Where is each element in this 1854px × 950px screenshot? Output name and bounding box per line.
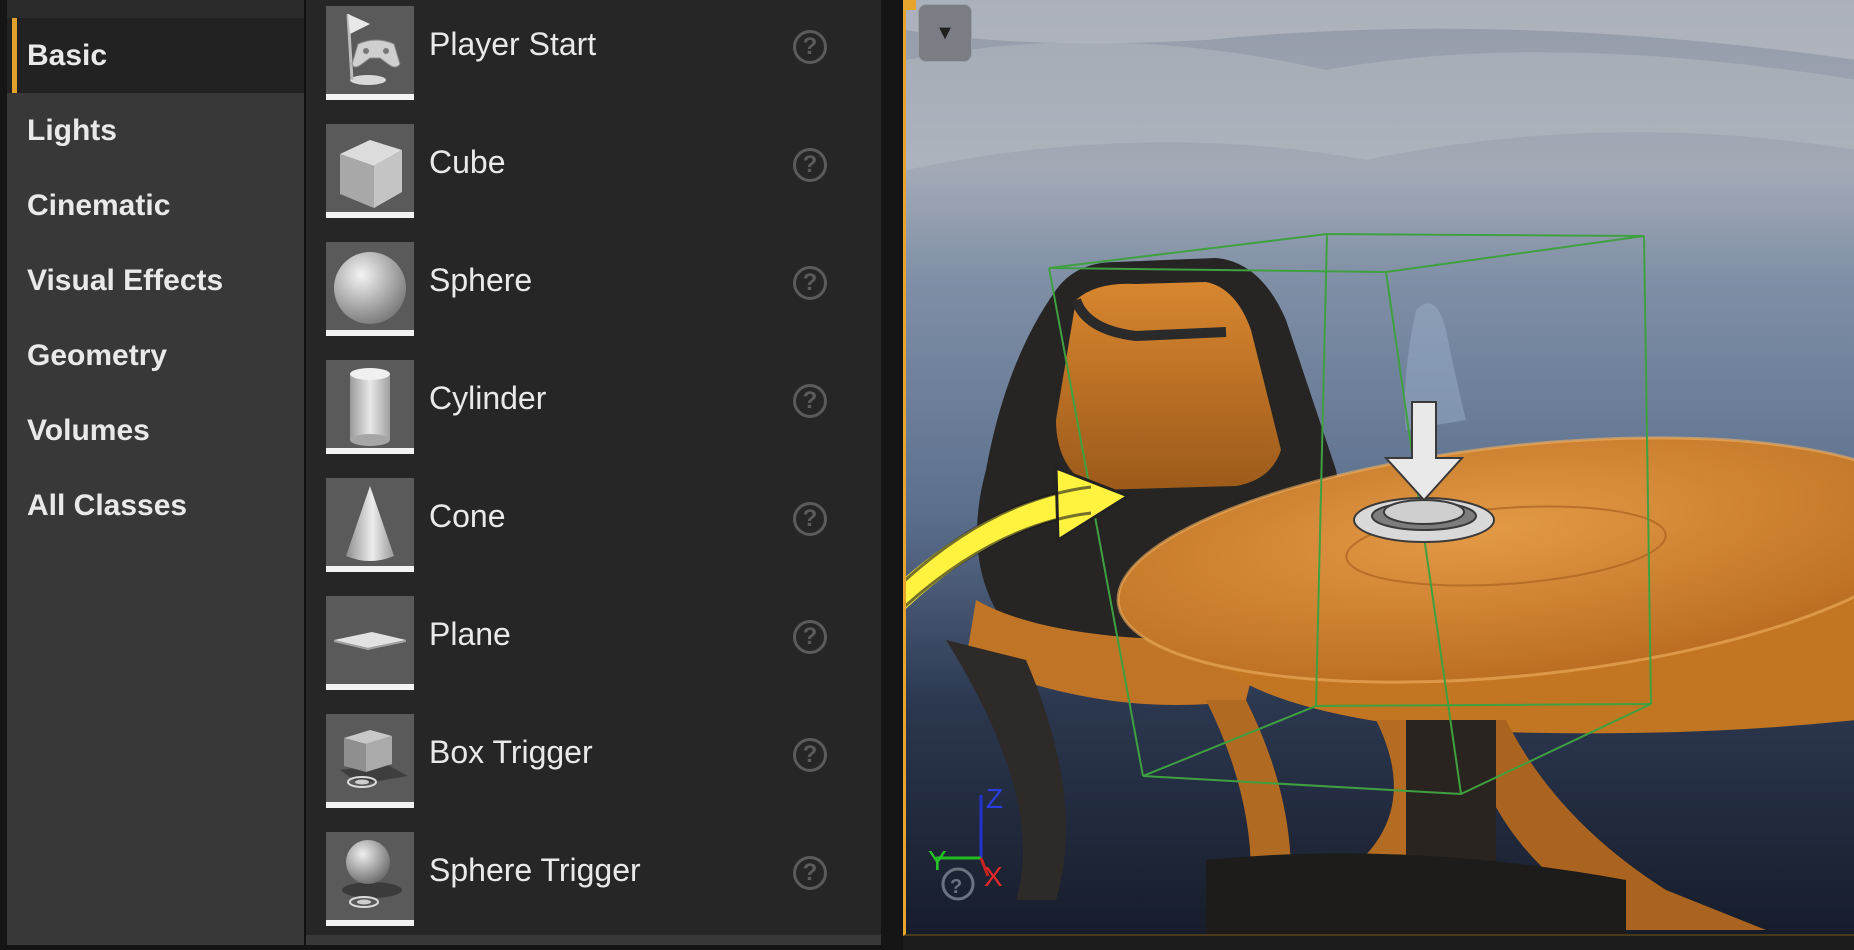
actor-row-box-trigger[interactable]: Box Trigger ? — [306, 708, 866, 826]
actor-row-cylinder[interactable]: Cylinder ? — [306, 354, 866, 472]
viewport-help-icon: ? — [950, 876, 962, 898]
help-icon[interactable]: ? — [793, 266, 827, 300]
category-label: Lights — [27, 113, 117, 147]
viewport-scene: Z Y X ? — [906, 0, 1854, 934]
axis-x-label: X — [984, 861, 1003, 892]
category-label: Volumes — [27, 413, 150, 447]
actor-row-cube[interactable]: Cube ? — [306, 118, 866, 236]
actor-row-sphere[interactable]: Sphere ? — [306, 236, 866, 354]
actor-label: Box Trigger — [429, 734, 593, 770]
plane-icon — [326, 596, 414, 690]
actor-label: Cube — [429, 144, 506, 180]
help-icon[interactable]: ? — [793, 856, 827, 890]
level-viewport[interactable]: Z Y X ? ▼ — [903, 0, 1854, 936]
category-all-classes[interactable]: All Classes — [7, 468, 304, 543]
actor-label: Sphere — [429, 262, 533, 298]
category-cinematic[interactable]: Cinematic — [7, 168, 304, 243]
panel-gap — [881, 0, 903, 950]
help-icon[interactable]: ? — [793, 148, 827, 182]
category-sidebar: Basic Lights Cinematic Visual Effects Ge… — [7, 0, 304, 945]
actor-label: Plane — [429, 616, 511, 652]
category-label: Basic — [27, 38, 108, 72]
actor-row-plane[interactable]: Plane ? — [306, 590, 866, 708]
actor-list: Player Start ? Cube ? Sphere ? Cylinder … — [306, 0, 1172, 935]
category-volumes[interactable]: Volumes — [7, 393, 304, 468]
actor-row-sphere-trigger[interactable]: Sphere Trigger ? — [306, 826, 866, 944]
actor-label: Player Start — [429, 26, 597, 62]
category-label: Geometry — [27, 338, 168, 372]
category-visual-effects[interactable]: Visual Effects — [7, 243, 304, 318]
help-icon[interactable]: ? — [793, 502, 827, 536]
axis-z-label: Z — [986, 783, 1003, 814]
viewport-corner — [906, 0, 916, 10]
actor-row-cone[interactable]: Cone ? — [306, 472, 866, 590]
actor-label: Cone — [429, 498, 506, 534]
help-icon[interactable]: ? — [793, 384, 827, 418]
viewport-options-button[interactable]: ▼ — [918, 4, 972, 62]
category-label: Cinematic — [27, 188, 171, 222]
category-basic[interactable]: Basic — [7, 18, 304, 93]
help-icon[interactable]: ? — [793, 620, 827, 654]
actor-row-player-start[interactable]: Player Start ? — [306, 0, 866, 118]
actor-label: Cylinder — [429, 380, 547, 416]
actor-label: Sphere Trigger — [429, 852, 641, 888]
player-start-icon — [326, 6, 414, 100]
category-label: Visual Effects — [27, 263, 224, 297]
help-icon[interactable]: ? — [793, 30, 827, 64]
box-trigger-icon — [326, 714, 414, 808]
category-label: All Classes — [27, 488, 188, 522]
axis-y-label: Y — [928, 845, 947, 876]
category-lights[interactable]: Lights — [7, 93, 304, 168]
actor-list-footer — [306, 935, 881, 945]
chevron-down-icon: ▼ — [935, 21, 955, 44]
sphere-icon — [326, 242, 414, 336]
sphere-trigger-icon — [326, 832, 414, 926]
viewport-footer — [903, 936, 1854, 950]
cube-icon — [326, 124, 414, 218]
category-geometry[interactable]: Geometry — [7, 318, 304, 393]
cylinder-icon — [326, 360, 414, 454]
help-icon[interactable]: ? — [793, 738, 827, 772]
category-sidebar-top — [7, 0, 304, 18]
cone-icon — [326, 478, 414, 572]
